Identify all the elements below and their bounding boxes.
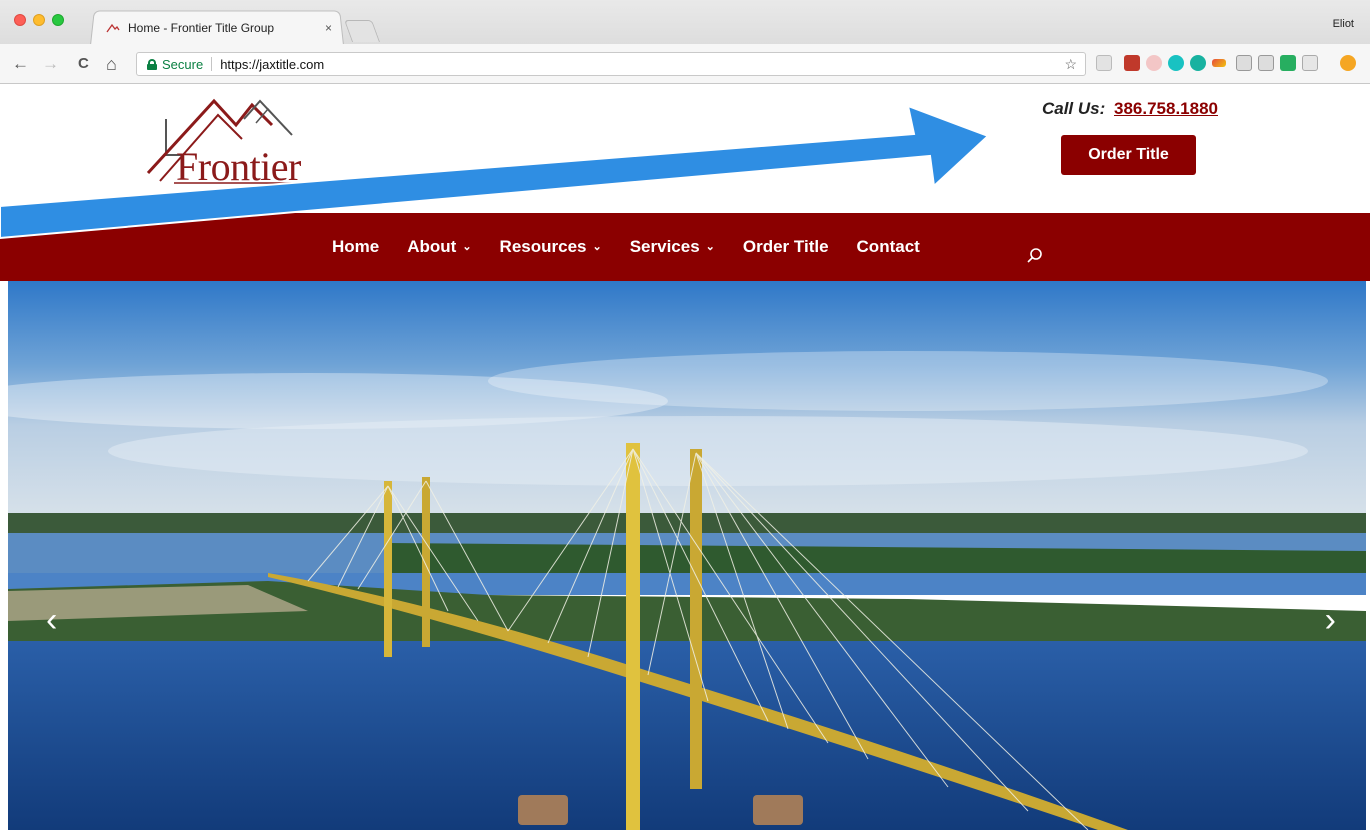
slider-next-arrow-icon[interactable]: › — [1325, 601, 1336, 640]
order-title-button[interactable]: Order Title — [1061, 135, 1196, 175]
address-separator — [211, 57, 213, 71]
home-icon[interactable]: ⌂ — [106, 54, 117, 74]
site-header: Frontier TITLE GROUP Call Us: 386.758.18… — [0, 85, 1370, 213]
favicon-icon — [106, 23, 120, 33]
close-window-button[interactable] — [14, 14, 26, 26]
nav-item-resources[interactable]: Resources ⌄ — [500, 237, 602, 257]
extension-icon-8[interactable] — [1258, 55, 1274, 71]
logo-subtext: TITLE GROUP — [174, 191, 324, 206]
url-text[interactable]: https://jaxtitle.com — [220, 57, 324, 72]
bookmark-star-icon[interactable]: ☆ — [1064, 56, 1077, 73]
hero-slider: ‹ › — [8, 281, 1366, 830]
reload-icon[interactable]: C — [78, 54, 89, 74]
nav-item-services[interactable]: Services ⌄ — [630, 237, 715, 257]
back-icon[interactable]: ← — [12, 54, 29, 74]
nav-item-label: Home — [332, 237, 380, 256]
slider-prev-arrow-icon[interactable]: ‹ — [46, 601, 57, 640]
tab-title: Home - Frontier Title Group — [128, 21, 275, 35]
nav-item-label: Resources — [499, 237, 587, 256]
nav-item-label: Contact — [856, 237, 920, 256]
nav-item-contact[interactable]: Contact — [857, 237, 920, 257]
bridge-hero-image — [8, 281, 1366, 830]
call-us: Call Us: 386.758.1880 — [1042, 99, 1218, 119]
lock-icon — [147, 58, 157, 70]
call-us-label: Call Us: — [1041, 99, 1106, 118]
tab-close-icon[interactable]: × — [325, 21, 332, 35]
profile-name[interactable]: Eliot — [1333, 18, 1354, 30]
nav-item-label: Order Title — [742, 237, 829, 256]
secure-label: Secure — [162, 56, 204, 72]
extension-icon-9[interactable] — [1280, 55, 1296, 71]
extension-icon-11[interactable] — [1340, 55, 1356, 71]
nav-item-home[interactable]: Home — [332, 237, 379, 257]
extension-icon-5[interactable] — [1190, 55, 1206, 71]
chevron-down-icon: ⌄ — [462, 241, 472, 253]
chevron-down-icon: ⌄ — [705, 241, 715, 253]
nav-item-label: About — [407, 237, 457, 256]
address-bar[interactable]: Secure https://jaxtitle.com ☆ — [136, 52, 1086, 76]
extension-icon-1[interactable] — [1096, 55, 1112, 71]
search-icon[interactable] — [1026, 247, 1044, 265]
browser-chrome: Home - Frontier Title Group × Eliot — [0, 0, 1370, 48]
nav-item-label: Services — [629, 237, 700, 256]
forward-icon[interactable]: → — [42, 54, 59, 74]
new-tab-button[interactable] — [343, 20, 381, 42]
extension-icon-6[interactable] — [1212, 59, 1226, 67]
tab-bar: Home - Frontier Title Group × Eliot — [0, 0, 1370, 44]
frontier-logo[interactable]: Frontier TITLE GROUP — [140, 95, 340, 213]
zoom-window-button[interactable] — [52, 14, 64, 26]
extension-icon-3[interactable] — [1146, 55, 1162, 71]
minimize-window-button[interactable] — [33, 14, 45, 26]
main-nav: Home About ⌄ Resources ⌄ Services ⌄ Order T… — [0, 213, 1370, 281]
logo-text: Frontier — [176, 144, 301, 189]
browser-toolbar: ← → C ⌂ Secure https://jaxtitle.com ☆ — [0, 44, 1370, 84]
nav-item-about[interactable]: About ⌄ — [407, 237, 471, 257]
extension-icon-7[interactable] — [1236, 55, 1252, 71]
nav-item-order-title[interactable]: Order Title — [743, 237, 829, 257]
phone-link[interactable]: 386.758.1880 — [1114, 99, 1218, 118]
extension-icon-2[interactable] — [1124, 55, 1140, 71]
extension-icon-10[interactable] — [1302, 55, 1318, 71]
extension-icon-4[interactable] — [1168, 55, 1184, 71]
chevron-down-icon: ⌄ — [592, 241, 602, 253]
active-tab-content[interactable]: Home - Frontier Title Group × — [106, 17, 336, 39]
